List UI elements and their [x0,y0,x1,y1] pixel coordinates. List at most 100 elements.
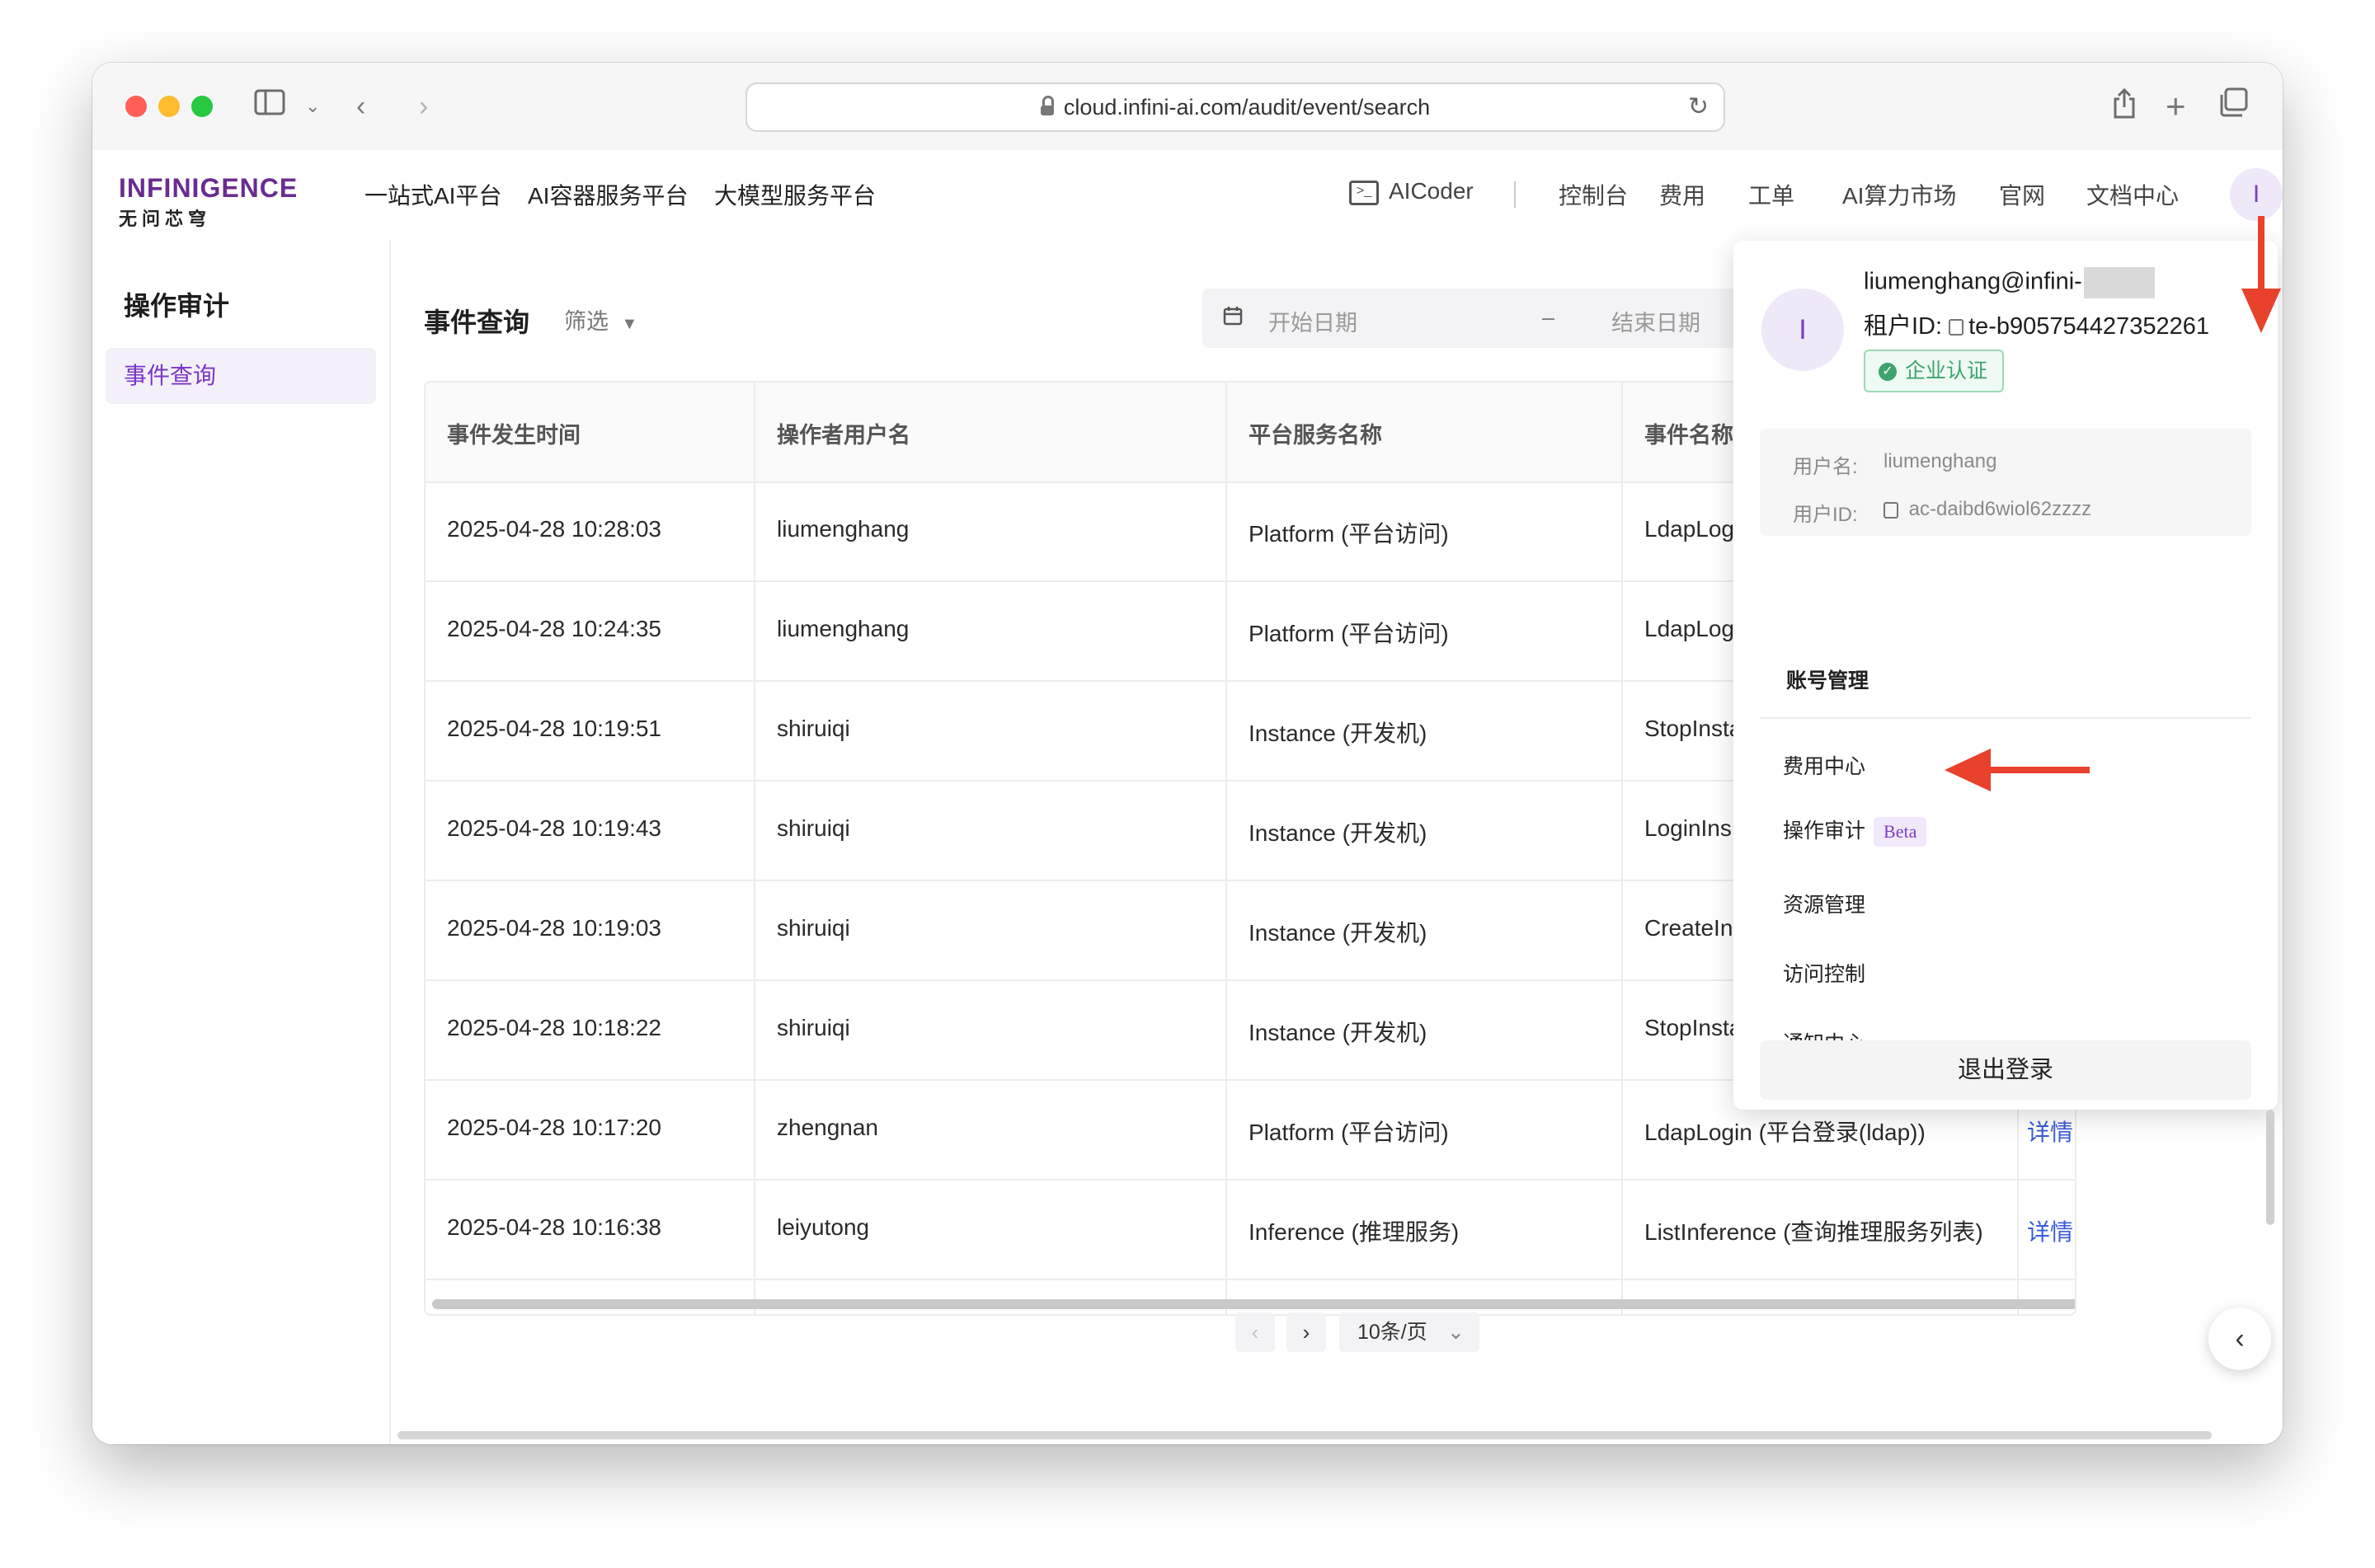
end-date-input[interactable]: 结束日期 [1611,305,1700,337]
column-header-user[interactable]: 操作者用户名 [777,417,910,449]
date-range-picker[interactable]: 开始日期 – 结束日期 [1202,289,1796,348]
top-navigation: INFINIGENCE 无问芯穹 一站式AI平台 AI容器服务平台 大模型服务平… [92,150,2283,242]
account-email-text: liumenghang@infini- [1864,268,2082,295]
cell-time: 2025-04-28 10:17:20 [447,1115,661,1140]
table-row: 2025-04-28 10:16:38 leiyutong Inference (推… [426,1180,2075,1280]
menu-access-control[interactable]: 访问控制 [1783,958,1865,988]
nav-llm-service[interactable]: 大模型服务平台 [714,178,876,211]
enterprise-verified-badge: ✓ 企业认证 [1864,350,2005,392]
check-circle-icon: ✓ [1879,363,1897,382]
address-bar[interactable]: cloud.infini-ai.com/audit/event/search ↻ [745,82,1725,132]
nav-ai-container[interactable]: AI容器服务平台 [528,178,688,211]
nav-one-stop-ai[interactable]: 一站式AI平台 [364,178,501,211]
column-header-service[interactable]: 平台服务名称 [1249,417,1382,449]
username-value: liumenghang [1884,450,1997,472]
dropdown-avatar: I [1761,289,1844,371]
redacted-email-block [2083,267,2155,298]
cell-event: ListInference (查询推理服务列表) [1644,1219,1983,1245]
chevron-down-icon: ⌄ [1447,1321,1465,1344]
nav-tickets[interactable]: 工单 [1748,178,1794,211]
page-size-value: 10条/页 [1357,1321,1427,1344]
column-header-time[interactable]: 事件发生时间 [447,417,581,449]
menu-divider [1760,717,2251,719]
menu-account-management[interactable]: 账号管理 [1786,664,1869,694]
nav-official-site[interactable]: 官网 [1999,178,2045,211]
cell-time: 2025-04-28 10:18:22 [447,1015,661,1040]
cell-event: LoginIns [1644,815,1732,841]
cell-service: Platform (平台访问) [1249,621,1449,646]
copy-icon[interactable] [1949,319,1964,336]
cell-service: Instance (开发机) [1249,1020,1427,1045]
nav-docs[interactable]: 文档中心 [2086,178,2179,211]
collapse-panel-button[interactable]: ‹ [2208,1307,2271,1370]
cell-time: 2025-04-28 10:19:43 [447,815,661,841]
cell-user: leiyutong [777,1214,870,1240]
cell-event: LdapLog [1644,616,1735,641]
url-text: cloud.infini-ai.com/audit/event/search [1063,94,1431,120]
nav-console[interactable]: 控制台 [1559,178,1628,211]
cell-user: shiruiqi [777,1015,850,1040]
cell-service: Instance (开发机) [1249,721,1427,746]
reload-icon[interactable]: ↻ [1688,92,1709,121]
cell-time: 2025-04-28 10:24:35 [447,616,661,641]
userid-value: ac-daibd6wiol62zzzz [1884,498,2091,521]
userid-label: 用户ID: [1793,504,1858,526]
back-icon[interactable]: ‹ [356,87,365,125]
userid-text: ac-daibd6wiol62zzzz [1908,498,2092,520]
calendar-icon [1222,305,1244,332]
nav-aicoder-label: AICoder [1389,178,1474,204]
forward-icon[interactable]: › [419,87,428,125]
chevron-down-icon[interactable]: ⌄ [305,87,320,125]
cell-time: 2025-04-28 10:19:51 [447,716,661,741]
user-info-box: 用户名: liumenghang 用户ID: ac-daibd6wiol62zz… [1760,429,2251,536]
account-email: liumenghang@infini- [1864,267,2155,298]
cell-event: LdapLogin (平台登录(ldap)) [1644,1120,1926,1145]
menu-resource-management[interactable]: 资源管理 [1783,889,1865,918]
sidebar-toggle-icon[interactable] [254,87,285,125]
cell-event: LdapLog [1644,516,1735,542]
filter-button[interactable]: 筛选 ▼ [564,303,637,336]
tenant-id-row: 租户ID: te-b905754427352261 [1864,307,2209,341]
sidebar: 操作审计 事件查询 [92,241,391,1444]
filter-icon: ▼ [621,315,638,333]
logout-button[interactable]: 退出登录 [1760,1040,2251,1100]
cell-service: Instance (开发机) [1249,820,1427,846]
enterprise-verified-label: 企业认证 [1905,359,1988,383]
nav-billing[interactable]: 费用 [1659,178,1705,211]
table-horizontal-scrollbar[interactable] [432,1299,2075,1309]
copy-icon[interactable] [1884,501,1898,519]
cell-service: Platform (平台访问) [1249,1120,1449,1145]
cell-user: liumenghang [777,616,910,641]
nav-aicoder[interactable]: >_ AICoder [1349,178,1474,205]
browser-window: ⌄ ‹ › cloud.infini-ai.com/audit/event/se… [92,63,2283,1444]
menu-operation-audit[interactable]: 操作审计 Beta [1783,815,1927,847]
cell-user: shiruiqi [777,815,850,841]
brand-logo-subtitle: 无问芯穹 [119,209,212,229]
pagination-next-button[interactable]: › [1286,1312,1326,1352]
cell-time: 2025-04-28 10:28:03 [447,516,661,542]
menu-billing-center[interactable]: 费用中心 [1783,750,1865,780]
start-date-input[interactable]: 开始日期 [1268,305,1357,337]
share-icon[interactable] [2111,87,2138,130]
filter-label: 筛选 [564,309,609,334]
zoom-window-button[interactable] [191,96,213,117]
pagination-prev-button[interactable]: ‹ [1235,1312,1275,1352]
dropdown-scrollbar[interactable] [2266,1110,2274,1225]
sidebar-item-event-search[interactable]: 事件查询 [106,348,376,404]
sidebar-title: 操作审计 [124,291,230,321]
close-window-button[interactable] [125,96,147,117]
cell-user: shiruiqi [777,716,850,741]
row-detail-link[interactable]: 详情 [2027,1115,2073,1148]
nav-compute-market[interactable]: AI算力市场 [1842,178,1956,211]
user-avatar-button[interactable]: I [2230,168,2283,221]
new-tab-icon[interactable]: + [2166,87,2186,125]
tabs-overview-icon[interactable] [2218,87,2248,127]
page-size-select[interactable]: 10条/页 ⌄ [1339,1312,1479,1352]
row-detail-link[interactable]: 详情 [2027,1214,2073,1247]
minimize-window-button[interactable] [158,96,180,117]
column-header-event[interactable]: 事件名称 [1644,417,1733,449]
brand-logo[interactable]: INFINIGENCE [119,173,298,204]
account-dropdown: I liumenghang@infini- 租户ID: te-b905754427… [1733,241,2278,1110]
lock-icon [1040,96,1054,115]
page-horizontal-scrollbar[interactable] [397,1431,2212,1439]
